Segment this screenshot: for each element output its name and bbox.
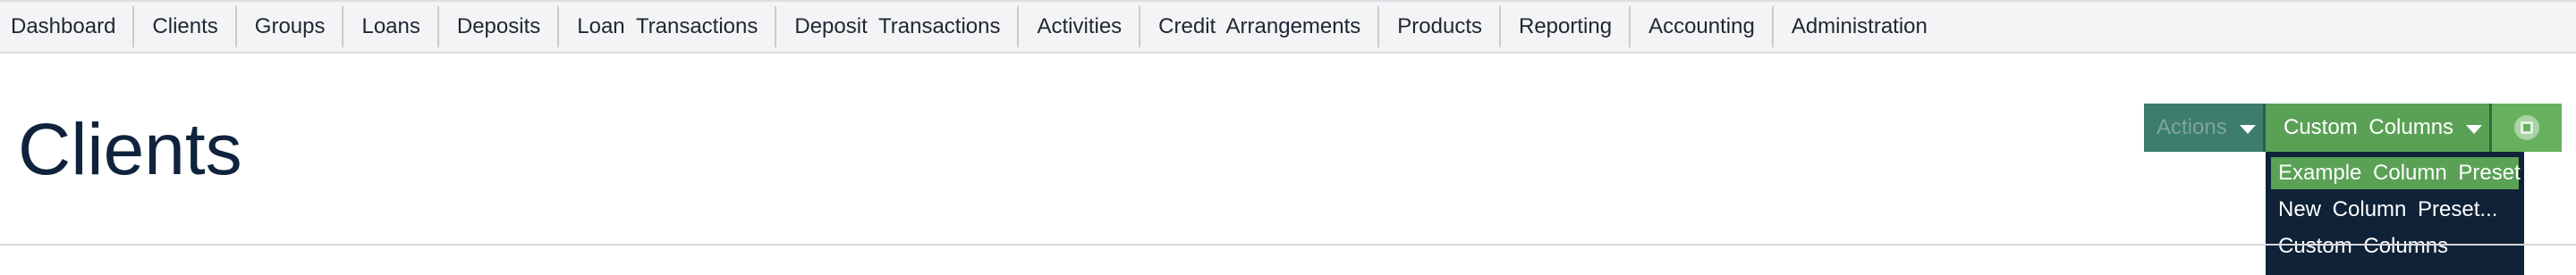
chevron-down-icon [2239,124,2256,134]
custom-columns-button-label: Custom Columns [2284,115,2454,139]
nav-item-reporting[interactable]: Reporting [1501,6,1631,47]
menu-item-example-column-preset[interactable]: Example Column Preset [2271,157,2521,189]
page-title: Clients [18,109,242,190]
menu-item-custom-columns[interactable]: Custom Columns [2271,230,2519,262]
chevron-down-icon [2466,124,2483,134]
export-excel-button[interactable] [2492,104,2562,152]
nav-item-loans[interactable]: Loans [343,6,439,47]
nav-item-credit-arrangements[interactable]: Credit Arrangements [1140,6,1380,47]
actions-button[interactable]: Actions [2144,104,2266,152]
nav-item-clients[interactable]: Clients [134,6,237,47]
excel-export-icon [2514,115,2539,140]
actions-button-label: Actions [2157,115,2227,139]
nav-item-deposits[interactable]: Deposits [439,6,560,47]
custom-columns-button[interactable]: Custom Columns [2266,104,2492,152]
nav-item-administration[interactable]: Administration [1774,6,1945,47]
nav-item-groups[interactable]: Groups [237,6,344,47]
menu-item-new-column-preset[interactable]: New Column Preset... [2271,194,2519,226]
nav-item-loan-transactions[interactable]: Loan Transactions [559,6,777,47]
nav-item-dashboard[interactable]: Dashboard [0,6,135,47]
nav-item-products[interactable]: Products [1379,6,1501,47]
nav-item-deposit-transactions[interactable]: Deposit Transactions [776,6,1020,47]
divider [0,244,2576,246]
top-navigation: Dashboard Clients Groups Loans Deposits … [0,0,2576,54]
nav-item-activities[interactable]: Activities [1019,6,1141,47]
nav-item-accounting[interactable]: Accounting [1631,6,1774,47]
toolbar: Actions Custom Columns [2144,104,2562,152]
custom-columns-dropdown: Example Column Preset New Column Preset.… [2266,152,2524,275]
